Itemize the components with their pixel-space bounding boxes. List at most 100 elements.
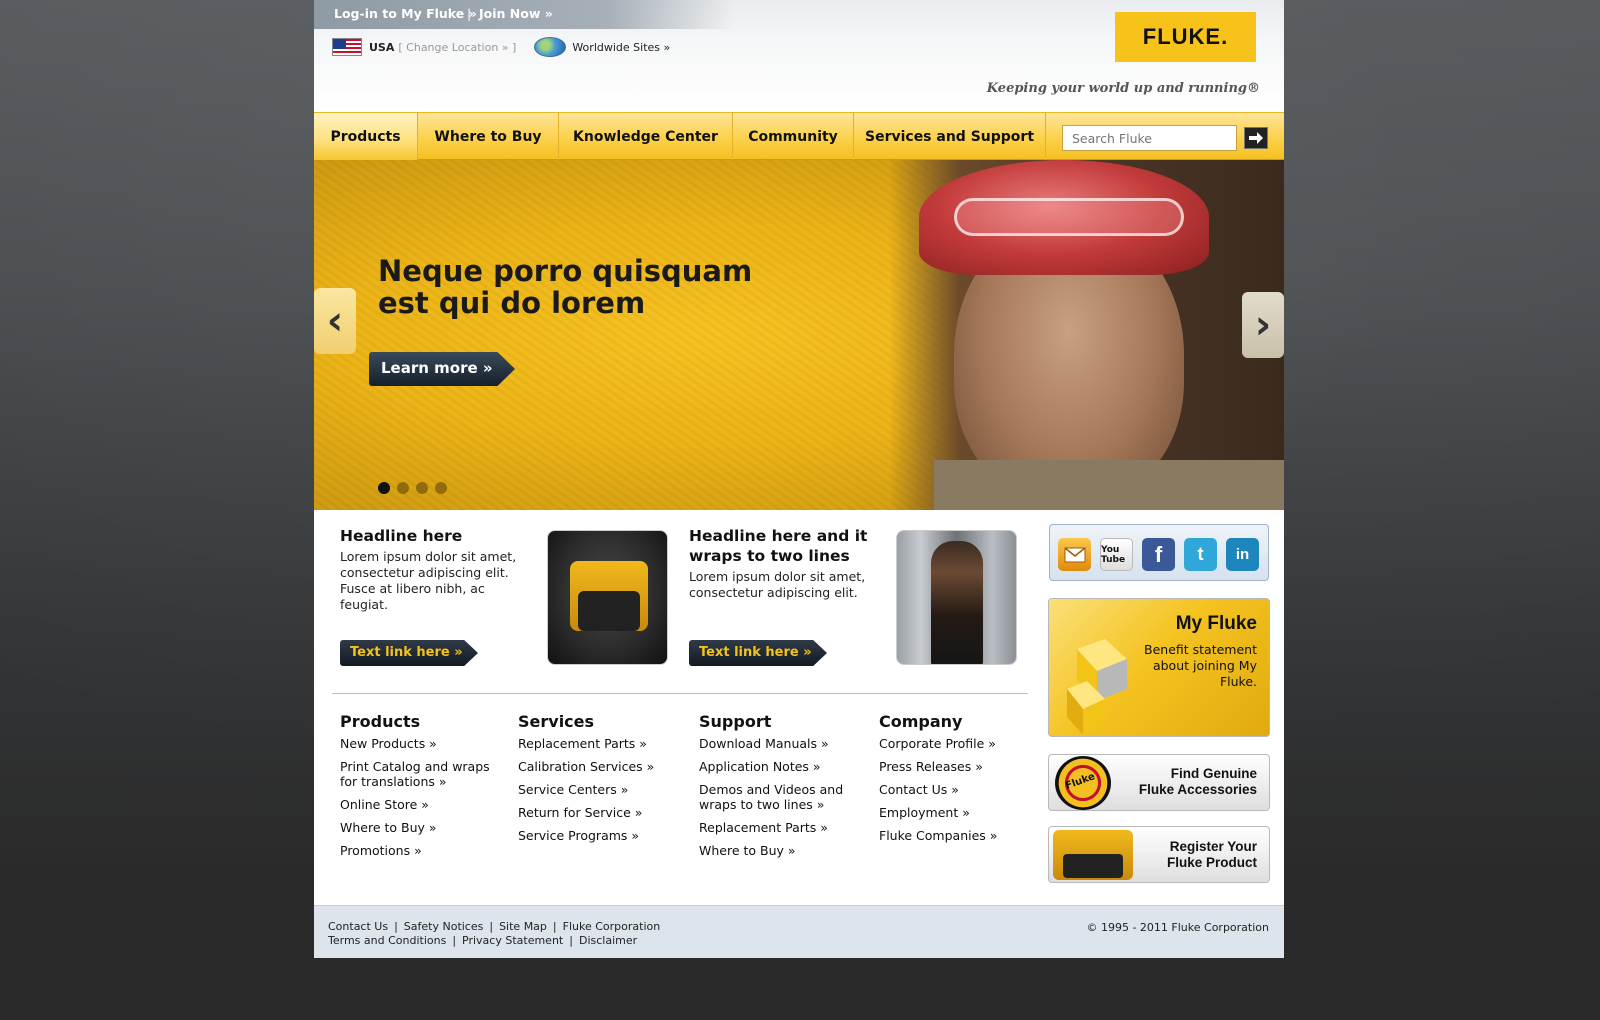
sitemap-link[interactable]: Where to Buy » — [340, 820, 505, 835]
my-fluke-title: My Fluke — [1175, 613, 1257, 634]
sitemap-company-title: Company — [879, 712, 963, 731]
sitemap-link[interactable]: New Products » — [340, 736, 505, 751]
sitemap-products-title: Products — [340, 712, 421, 731]
register-line2: Fluke Product — [1166, 855, 1257, 870]
chevron-right-icon: › — [1254, 302, 1272, 348]
sitemap-link[interactable]: Application Notes » — [699, 759, 874, 774]
footer-contact-link[interactable]: Contact Us — [328, 920, 388, 933]
change-location-link[interactable]: [ Change Location » ] — [398, 41, 516, 54]
register-text: Register Your Fluke Product — [1167, 839, 1257, 871]
join-now-link[interactable]: Join Now » — [479, 6, 553, 21]
sitemap-link[interactable]: Return for Service » — [518, 805, 683, 820]
sitemap-link[interactable]: Press Releases » — [879, 759, 1039, 774]
worker-shirt-image — [934, 460, 1284, 510]
technician-image — [931, 541, 983, 664]
sitemap-link[interactable]: Service Programs » — [518, 828, 683, 843]
sitemap-support: Support Download Manuals » Application N… — [699, 712, 874, 866]
hero-next-arrow[interactable]: › — [1242, 292, 1284, 358]
nav-community[interactable]: Community — [733, 113, 854, 160]
feature-1-title: Headline here — [340, 527, 463, 545]
feature-2-link-label: Text link here » — [699, 645, 812, 660]
tool-bag-thumbnail[interactable] — [547, 530, 668, 665]
hero-banner: Neque porro quisquam est qui do lorem Lea… — [314, 160, 1284, 510]
tool-bag-icon — [1053, 830, 1133, 880]
slide-indicator — [378, 482, 447, 494]
accessories-line2: Fluke Accessories — [1138, 782, 1257, 797]
technician-thumbnail[interactable] — [896, 530, 1017, 665]
feature-1-link[interactable]: Text link here » — [340, 640, 478, 666]
sitemap-link[interactable]: Print Catalog and wraps for translations… — [340, 759, 505, 789]
worldwide-sites-link[interactable]: Worldwide Sites » — [572, 41, 670, 54]
hero-prev-arrow[interactable]: ‹ — [314, 288, 356, 354]
search-button[interactable] — [1244, 127, 1268, 149]
main-nav: Products Where to Buy Knowledge Center C… — [314, 112, 1284, 160]
slide-dot-4[interactable] — [435, 482, 447, 494]
learn-more-button[interactable]: Learn more » — [369, 352, 515, 386]
footer-corporation-link[interactable]: Fluke Corporation — [563, 920, 661, 933]
sitemap-link[interactable]: Promotions » — [340, 843, 505, 858]
sitemap-link[interactable]: Contact Us » — [879, 782, 1039, 797]
arrow-right-icon — [1249, 132, 1263, 144]
twitter-icon[interactable]: t — [1184, 538, 1217, 571]
footer-sitemap-link[interactable]: Site Map — [499, 920, 547, 933]
my-fluke-body: Benefit statement about joining My Fluke… — [1144, 642, 1257, 689]
linkedin-icon[interactable]: in — [1226, 538, 1259, 571]
sitemap-company: Company Corporate Profile » Press Releas… — [879, 712, 1039, 851]
copyright: © 1995 - 2011 Fluke Corporation — [1086, 921, 1269, 934]
nav-where-to-buy[interactable]: Where to Buy — [418, 113, 559, 160]
sitemap-link[interactable]: Replacement Parts » — [699, 820, 874, 835]
sitemap-link[interactable]: Corporate Profile » — [879, 736, 1039, 751]
feature-1-link-label: Text link here » — [350, 645, 463, 660]
nav-services-support[interactable]: Services and Support — [854, 113, 1046, 160]
youtube-icon-text: You Tube — [1101, 544, 1126, 565]
sitemap-products: Products New Products » Print Catalog an… — [340, 712, 505, 866]
login-separator: | — [467, 6, 472, 21]
my-fluke-promo[interactable]: My Fluke Benefit statement about joining… — [1048, 598, 1270, 737]
feature-2-link[interactable]: Text link here » — [689, 640, 827, 666]
nav-products[interactable]: Products — [314, 113, 418, 160]
divider — [332, 693, 1028, 694]
footer-sep: | — [452, 934, 457, 947]
header: Log-in to My Fluke » | Join Now » USA [ … — [314, 0, 1284, 112]
footer-privacy-link[interactable]: Privacy Statement — [462, 934, 563, 947]
envelope-shape — [1064, 546, 1085, 562]
tagline: Keeping your world up and running® — [986, 81, 1260, 96]
footer-safety-link[interactable]: Safety Notices — [404, 920, 484, 933]
sitemap-services-title: Services — [518, 712, 595, 731]
login-link[interactable]: Log-in to My Fluke » — [334, 6, 477, 21]
search-input[interactable] — [1062, 125, 1237, 151]
sitemap-link[interactable]: Demos and Videos and wraps to two lines … — [699, 782, 874, 812]
facebook-icon[interactable]: f — [1142, 538, 1175, 571]
footer-row-1: Contact Us | Safety Notices | Site Map | Fluke… — [328, 920, 660, 933]
accessories-text: Find Genuine Fluke Accessories — [1139, 766, 1257, 798]
register-product-promo[interactable]: Register Your Fluke Product — [1048, 826, 1270, 883]
sitemap-link[interactable]: Replacement Parts » — [518, 736, 683, 751]
slide-dot-3[interactable] — [416, 482, 428, 494]
footer-terms-link[interactable]: Terms and Conditions — [328, 934, 446, 947]
location-bar: USA [ Change Location » ] Worldwide Site… — [332, 37, 670, 57]
slide-dot-1[interactable] — [378, 482, 390, 494]
sitemap-link[interactable]: Fluke Companies » — [879, 828, 1039, 843]
country-label: USA — [369, 40, 395, 54]
sitemap-link[interactable]: Where to Buy » — [699, 843, 874, 858]
sitemap-link[interactable]: Service Centers » — [518, 782, 683, 797]
find-accessories-promo[interactable]: Fluke Find Genuine Fluke Accessories — [1048, 754, 1270, 811]
learn-more-label: Learn more » — [381, 359, 493, 377]
logo-text: FLUKE. — [1142, 24, 1229, 49]
nav-knowledge-center[interactable]: Knowledge Center — [559, 113, 733, 160]
footer-disclaimer-link[interactable]: Disclaimer — [579, 934, 637, 947]
email-icon[interactable] — [1058, 538, 1091, 571]
footer-sep: | — [552, 920, 557, 933]
fluke-logo[interactable]: FLUKE. — [1115, 12, 1256, 62]
sitemap-link[interactable]: Online Store » — [340, 797, 505, 812]
feature-2-body: Lorem ipsum dolor sit amet, consectetur … — [689, 569, 866, 600]
sitemap-link[interactable]: Calibration Services » — [518, 759, 683, 774]
footer-sep: | — [489, 920, 494, 933]
sitemap-link[interactable]: Employment » — [879, 805, 1039, 820]
sitemap-link[interactable]: Download Manuals » — [699, 736, 874, 751]
youtube-icon[interactable]: You Tube — [1100, 538, 1133, 571]
slide-dot-2[interactable] — [397, 482, 409, 494]
sitemap-services: Services Replacement Parts » Calibration… — [518, 712, 683, 851]
footer-row-2: Terms and Conditions | Privacy Statement | D… — [328, 934, 637, 947]
register-line1: Register Your — [1169, 839, 1257, 854]
